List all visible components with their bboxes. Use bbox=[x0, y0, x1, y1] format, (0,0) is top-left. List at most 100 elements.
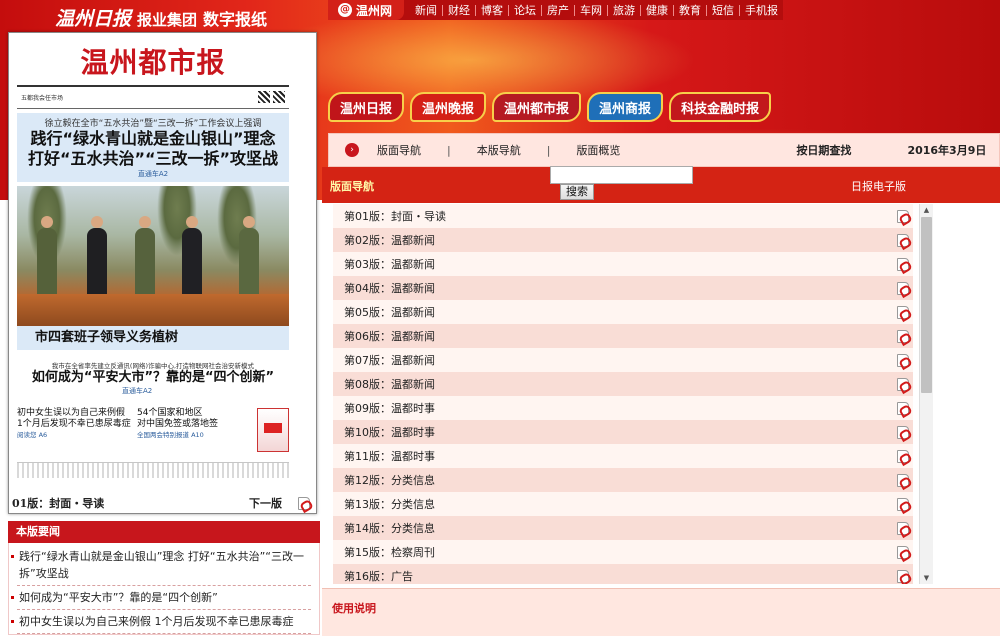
subnav-page[interactable]: 本版导航 bbox=[451, 142, 547, 158]
highlights-list: 践行“绿水青山就是金山银山”理念 打好“五水共治”“三改一拆”攻坚战 如何成为“… bbox=[8, 543, 320, 635]
brief-item: 54个国家和地区 对中国免签或落地签 全国两会特别报道 A10 bbox=[137, 408, 251, 452]
pdf-icon[interactable] bbox=[897, 569, 909, 583]
page-list-row[interactable]: 第16版：广告 bbox=[333, 564, 913, 584]
top-nav-item[interactable]: 房产 bbox=[541, 4, 574, 16]
page-link[interactable]: 第15版：检察周刊 bbox=[344, 544, 897, 560]
page-link[interactable]: 第02版：温都新闻 bbox=[344, 232, 897, 248]
brand: 温州日报 报业集团 数字报纸 bbox=[55, 4, 267, 31]
page-list-row[interactable]: 第09版：温都时事 bbox=[333, 396, 913, 420]
top-nav-item[interactable]: 新闻 bbox=[410, 5, 442, 16]
page-list-row[interactable]: 第10版：温都时事 bbox=[333, 420, 913, 444]
top-nav-item[interactable]: 旅游 bbox=[607, 4, 640, 16]
front-page-footer-strip bbox=[17, 462, 289, 478]
page-list-row[interactable]: 第14版：分类信息 bbox=[333, 516, 913, 540]
daily-edition-link[interactable]: 日报电子版 bbox=[851, 178, 906, 194]
pdf-icon[interactable] bbox=[897, 449, 909, 463]
page-list-row[interactable]: 第05版：温都新闻 bbox=[333, 300, 913, 324]
headline-pre: 徐立毅在全市“五水共治”暨“三改一拆”工作会议上强调 bbox=[44, 119, 262, 129]
pdf-icon[interactable] bbox=[897, 209, 909, 223]
page-link[interactable]: 第07版：温都新闻 bbox=[344, 352, 897, 368]
site-logo-icon: @ bbox=[338, 3, 352, 17]
paper-tab-wzdsb[interactable]: 温州都市报 bbox=[492, 92, 582, 122]
card-footer: 01版：封面・导读 下一版 bbox=[9, 492, 316, 514]
next-page-link[interactable]: 下一版 bbox=[249, 495, 282, 511]
pdf-icon[interactable] bbox=[897, 401, 909, 415]
page-link[interactable]: 第05版：温都新闻 bbox=[344, 304, 897, 320]
top-nav-item[interactable]: 教育 bbox=[673, 4, 706, 16]
page-link[interactable]: 第16版：广告 bbox=[344, 568, 897, 584]
highlight-item[interactable]: 践行“绿水青山就是金山银山”理念 打好“五水共治”“三改一拆”攻坚战 bbox=[11, 545, 311, 586]
page-link[interactable]: 第09版：温都时事 bbox=[344, 400, 897, 416]
page-link[interactable]: 第08版：温都新闻 bbox=[344, 376, 897, 392]
top-nav-item[interactable]: 车网 bbox=[574, 4, 607, 16]
page-list-scrollbar[interactable]: ▲ ▼ bbox=[919, 204, 933, 584]
paper-tabs: 温州日报 温州晚报 温州都市报 温州商报 科技金融时报 bbox=[328, 92, 772, 122]
scroll-down-icon[interactable]: ▼ bbox=[920, 572, 933, 584]
headline-line-1: 践行“绿水青山就是金山银山”理念 bbox=[30, 129, 276, 148]
page-list-row[interactable]: 第11版：温都时事 bbox=[333, 444, 913, 468]
page-link[interactable]: 第01版：封面・导读 bbox=[344, 208, 897, 224]
subnav-layout[interactable]: 版面导航 bbox=[359, 142, 447, 158]
page-link[interactable]: 第03版：温都新闻 bbox=[344, 256, 897, 272]
page-list-row[interactable]: 第13版：分类信息 bbox=[333, 492, 913, 516]
search-input[interactable] bbox=[550, 166, 693, 184]
brief-source: 阅读您 A6 bbox=[17, 431, 48, 439]
pdf-icon[interactable] bbox=[897, 281, 909, 295]
scroll-thumb[interactable] bbox=[921, 217, 932, 393]
page-list-row[interactable]: 第12版：分类信息 bbox=[333, 468, 913, 492]
page-list-row[interactable]: 第07版：温都新闻 bbox=[333, 348, 913, 372]
pdf-icon[interactable] bbox=[897, 497, 909, 511]
paper-tab-wzwb[interactable]: 温州晚报 bbox=[410, 92, 487, 122]
front-page-image[interactable]: 温州都市报 五都我会任市场 徐立毅在全市“五水共治”暨“三改一拆”工作会议上强调… bbox=[17, 41, 289, 481]
search-button[interactable]: 搜索 bbox=[560, 184, 594, 200]
page-link[interactable]: 第04版：温都新闻 bbox=[344, 280, 897, 296]
brand-product: 数字报纸 bbox=[203, 10, 268, 29]
page-link[interactable]: 第13版：分类信息 bbox=[344, 496, 897, 512]
page-link[interactable]: 第14版：分类信息 bbox=[344, 520, 897, 536]
page-list-row[interactable]: 第06版：温都新闻 bbox=[333, 324, 913, 348]
page-link[interactable]: 第10版：温都时事 bbox=[344, 424, 897, 440]
page-link[interactable]: 第06版：温都新闻 bbox=[344, 328, 897, 344]
pdf-icon[interactable] bbox=[897, 305, 909, 319]
paper-tab-kjjrsb[interactable]: 科技金融时报 bbox=[669, 92, 772, 122]
highlight-item[interactable]: 如何成为“平安大市”？靠的是“四个创新” bbox=[11, 586, 311, 610]
top-nav-item[interactable]: 短信 bbox=[706, 4, 739, 16]
pdf-icon[interactable] bbox=[897, 257, 909, 271]
paper-tab-wzsb[interactable]: 温州商报 bbox=[587, 92, 664, 122]
pdf-icon[interactable] bbox=[897, 473, 909, 487]
brief-line: 54个国家和地区 bbox=[137, 408, 203, 418]
page-list: 第01版：封面・导读 第02版：温都新闻 第03版：温都新闻 第04版：温都新闻… bbox=[333, 204, 913, 584]
page-link[interactable]: 第12版：分类信息 bbox=[344, 472, 897, 488]
paper-tab-wzrb[interactable]: 温州日报 bbox=[328, 92, 405, 122]
page-link[interactable]: 第11版：温都时事 bbox=[344, 448, 897, 464]
top-nav-item[interactable]: 健康 bbox=[640, 4, 673, 16]
top-nav-item[interactable]: 博客 bbox=[475, 4, 508, 16]
scroll-up-icon[interactable]: ▲ bbox=[920, 204, 933, 216]
page-list-row[interactable]: 第08版：温都新闻 bbox=[333, 372, 913, 396]
tree-planting-photo bbox=[17, 186, 289, 326]
qr-codes bbox=[255, 90, 285, 105]
page-list-row[interactable]: 第01版：封面・导读 bbox=[333, 204, 913, 228]
pdf-icon[interactable] bbox=[897, 425, 909, 439]
top-nav-item[interactable]: 论坛 bbox=[508, 4, 541, 16]
highlight-item[interactable]: 初中女生误以为自己来例假 1个月后发现不幸已患尿毒症 bbox=[11, 610, 311, 634]
pdf-icon[interactable] bbox=[897, 353, 909, 367]
pdf-icon[interactable] bbox=[897, 329, 909, 343]
pdf-icon[interactable] bbox=[897, 545, 909, 559]
page-list-row[interactable]: 第03版：温都新闻 bbox=[333, 252, 913, 276]
subnav-overview[interactable]: 版面概览 bbox=[550, 142, 646, 158]
brand-logo[interactable]: 温州日报 bbox=[55, 4, 131, 31]
top-nav-item[interactable]: 手机报 bbox=[739, 4, 783, 16]
page-list-row[interactable]: 第15版：检察周刊 bbox=[333, 540, 913, 564]
date-search-link[interactable]: 按日期查找 bbox=[646, 142, 851, 158]
page-list-row[interactable]: 第02版：温都新闻 bbox=[333, 228, 913, 252]
pdf-icon[interactable] bbox=[897, 233, 909, 247]
pdf-icon[interactable] bbox=[897, 521, 909, 535]
top-nav-item[interactable]: 财经 bbox=[442, 4, 475, 16]
pdf-icon[interactable] bbox=[897, 377, 909, 391]
section-bar-title: 版面导航 bbox=[330, 180, 374, 193]
site-logo[interactable]: @ 温州网 bbox=[328, 0, 405, 20]
page-list-row[interactable]: 第04版：温都新闻 bbox=[333, 276, 913, 300]
highlights-panel: 本版要闻 践行“绿水青山就是金山银山”理念 打好“五水共治”“三改一拆”攻坚战 … bbox=[8, 521, 320, 635]
pdf-icon[interactable] bbox=[298, 496, 310, 510]
